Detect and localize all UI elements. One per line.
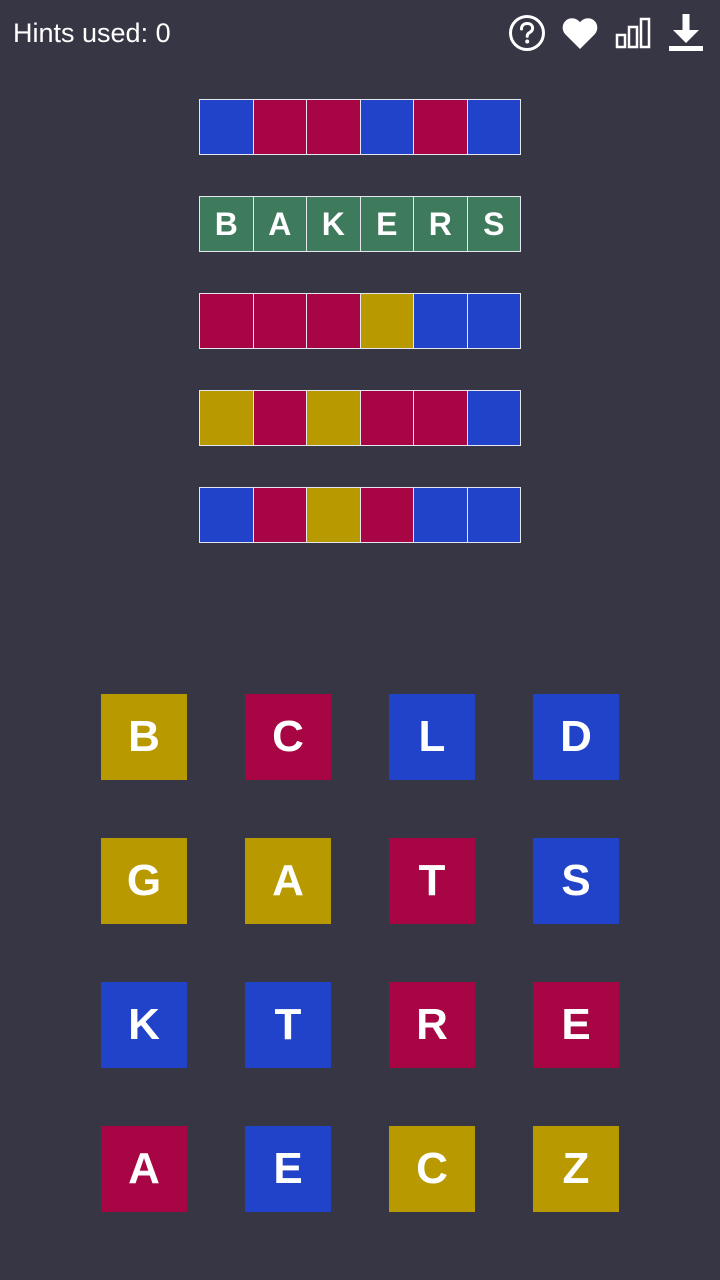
guess-cell [467,488,520,542]
guess-cell [200,294,253,348]
guess-cell: K [307,197,360,251]
download-icon[interactable] [666,13,706,53]
letter-tile[interactable]: Z [533,1126,619,1212]
guess-cell [414,294,467,348]
letter-tile[interactable]: A [101,1126,187,1212]
letter-tile-grid: BCLDGATSKTREAECZ [101,694,621,1212]
guess-cell [360,294,413,348]
letter-tile[interactable]: C [245,694,331,780]
guess-cell [467,391,520,445]
heart-icon[interactable] [560,13,600,53]
guess-cell [307,100,360,154]
guess-cell: R [414,197,467,251]
guess-cell [467,294,520,348]
letter-tile[interactable]: E [533,982,619,1068]
guess-row [199,487,521,543]
guess-cell [253,391,306,445]
guess-row: BAKERS [199,196,521,252]
guess-cell [360,100,413,154]
guess-cell [467,100,520,154]
guess-cell [307,391,360,445]
guess-cell [414,100,467,154]
guess-cell [200,100,253,154]
guess-cell [360,391,413,445]
letter-tile[interactable]: R [389,982,475,1068]
guess-cell [414,391,467,445]
guess-cell: A [253,197,306,251]
letter-tile[interactable]: E [245,1126,331,1212]
header-icons [494,12,706,54]
letter-tile[interactable]: A [245,838,331,924]
guess-row [199,293,521,349]
letter-tile[interactable]: D [533,694,619,780]
letter-tile[interactable]: K [101,982,187,1068]
guess-cell [200,488,253,542]
hints-used-label: Hints used: 0 [13,18,171,48]
guess-cell [414,488,467,542]
guess-cell [200,391,253,445]
top-bar: Hints used: 0 [0,0,720,66]
letter-tile[interactable]: T [245,982,331,1068]
guess-cell [253,488,306,542]
letter-tile[interactable]: G [101,838,187,924]
guess-cell [307,294,360,348]
letter-tile[interactable]: S [533,838,619,924]
help-icon[interactable] [507,13,547,53]
guess-cell [307,488,360,542]
guess-cell: E [360,197,413,251]
guess-cell [253,294,306,348]
letter-tile[interactable]: B [101,694,187,780]
guess-cell [253,100,306,154]
guess-row [199,390,521,446]
guess-row [199,99,521,155]
guess-cell: S [467,197,520,251]
letter-tile[interactable]: C [389,1126,475,1212]
guess-cell: B [200,197,253,251]
guess-board: BAKERS [199,99,521,584]
letter-tile[interactable]: T [389,838,475,924]
guess-cell [360,488,413,542]
letter-tile[interactable]: L [389,694,475,780]
stats-icon[interactable] [613,13,653,53]
